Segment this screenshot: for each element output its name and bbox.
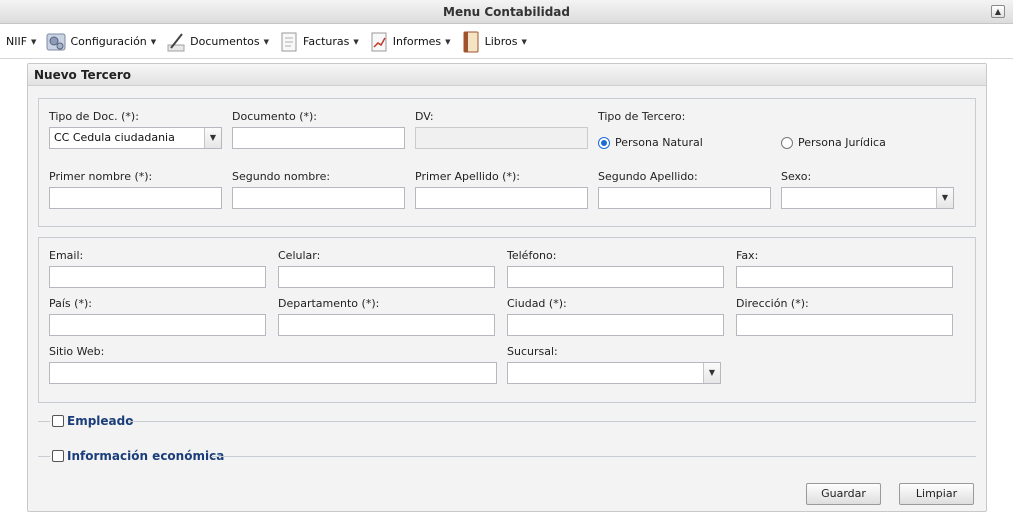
window-titlebar: Menu Contabilidad ▲ [0, 0, 1013, 24]
primer-nombre-label: Primer nombre (*): [49, 170, 153, 183]
persona-natural-radio[interactable] [598, 137, 610, 149]
menu-configuracion[interactable]: Configuración ▼ [46, 28, 156, 56]
collapse-up-icon[interactable]: ▲ [991, 5, 1005, 18]
segundo-apellido-label: Segundo Apellido: [598, 170, 698, 183]
dv-label: DV: [415, 110, 434, 123]
direccion-input[interactable] [736, 314, 953, 336]
segundo-nombre-label: Segundo nombre: [232, 170, 331, 183]
empleado-checkbox[interactable] [52, 415, 64, 427]
window-title: Menu Contabilidad [443, 5, 570, 19]
menu-facturas[interactable]: Facturas ▼ [279, 28, 359, 56]
report-chart-icon [371, 32, 387, 51]
sitio-web-label: Sitio Web: [49, 345, 105, 358]
menu-libros-label: Libros [484, 35, 518, 48]
departamento-input[interactable] [278, 314, 495, 336]
menu-libros[interactable]: Libros ▼ [461, 28, 527, 56]
invoice-icon [281, 32, 297, 51]
limpiar-button[interactable]: Limpiar [899, 483, 974, 505]
empleado-divider-right [128, 421, 976, 422]
identity-fieldset: Tipo de Doc. (*): CC Cedula ciudadania ▼… [38, 98, 976, 227]
menu-facturas-label: Facturas [303, 35, 350, 48]
direccion-label: Dirección (*): [736, 297, 809, 310]
tipo-tercero-label: Tipo de Tercero: [598, 110, 686, 123]
sexo-label: Sexo: [781, 170, 812, 183]
fax-label: Fax: [736, 249, 759, 262]
persona-juridica-label[interactable]: Persona Jurídica [798, 136, 886, 149]
chevron-down-icon[interactable]: ▼ [703, 363, 720, 383]
pais-label: País (*): [49, 297, 92, 310]
info-economica-divider-left [38, 456, 50, 457]
caret-down-icon: ▼ [353, 37, 359, 46]
email-input[interactable] [49, 266, 266, 288]
caret-down-icon: ▼ [150, 37, 157, 46]
caret-down-icon: ▼ [31, 37, 37, 46]
tipo-doc-label: Tipo de Doc. (*): [49, 110, 139, 123]
telefono-input[interactable] [507, 266, 724, 288]
celular-label: Celular: [278, 249, 321, 262]
ciudad-input[interactable] [507, 314, 724, 336]
documento-input[interactable] [232, 127, 405, 149]
departamento-label: Departamento (*): [278, 297, 380, 310]
sexo-select[interactable]: ▼ [781, 187, 954, 209]
menu-informes[interactable]: Informes ▼ [369, 28, 451, 56]
segundo-nombre-input[interactable] [232, 187, 405, 209]
primer-nombre-input[interactable] [49, 187, 222, 209]
tipo-doc-select[interactable]: CC Cedula ciudadania ▼ [49, 127, 222, 149]
info-economica-checkbox[interactable] [52, 450, 64, 462]
persona-natural-label[interactable]: Persona Natural [615, 136, 703, 149]
info-economica-divider-right [211, 456, 976, 457]
empleado-section-title[interactable]: Empleado [67, 414, 133, 428]
pais-input[interactable] [49, 314, 266, 336]
menu-niif-label: NIIF [6, 35, 28, 48]
sucursal-label: Sucursal: [507, 345, 558, 358]
menu-informes-label: Informes [392, 35, 442, 48]
celular-input[interactable] [278, 266, 495, 288]
ciudad-label: Ciudad (*): [507, 297, 567, 310]
menu-documentos[interactable]: Documentos ▼ [166, 28, 269, 56]
caret-down-icon: ▼ [521, 37, 527, 46]
contact-fieldset: Email: Celular: Teléfono: Fax: País (*):… [38, 237, 976, 403]
pen-icon [167, 32, 185, 51]
email-label: Email: [49, 249, 84, 262]
sucursal-select[interactable]: ▼ [507, 362, 721, 384]
primer-apellido-label: Primer Apellido (*): [415, 170, 520, 183]
panel-title: Nuevo Tercero [28, 64, 986, 86]
menu-bar: NIIF ▼ Configuración ▼ Documentos ▼ Fact… [0, 25, 1013, 59]
book-icon [463, 31, 479, 52]
chevron-down-icon[interactable]: ▼ [204, 128, 221, 148]
caret-down-icon: ▼ [263, 37, 270, 46]
empleado-divider-left [38, 421, 50, 422]
telefono-label: Teléfono: [507, 249, 557, 262]
guardar-button[interactable]: Guardar [806, 483, 881, 505]
nuevo-tercero-panel: Nuevo Tercero Tipo de Doc. (*): CC Cedul… [27, 63, 987, 512]
info-economica-section-title[interactable]: Información económica [67, 449, 224, 463]
primer-apellido-input[interactable] [415, 187, 588, 209]
menu-documentos-label: Documentos [190, 35, 260, 48]
documento-label: Documento (*): [232, 110, 318, 123]
segundo-apellido-input[interactable] [598, 187, 771, 209]
caret-down-icon: ▼ [445, 37, 451, 46]
settings-icon [46, 33, 66, 50]
menu-niif[interactable]: NIIF ▼ [6, 28, 36, 56]
chevron-down-icon[interactable]: ▼ [936, 188, 953, 208]
sitio-web-input[interactable] [49, 362, 497, 384]
persona-juridica-radio[interactable] [781, 137, 793, 149]
tipo-doc-value: CC Cedula ciudadania [54, 131, 175, 144]
fax-input[interactable] [736, 266, 953, 288]
menu-configuracion-label: Configuración [70, 35, 147, 48]
dv-input [415, 127, 588, 149]
